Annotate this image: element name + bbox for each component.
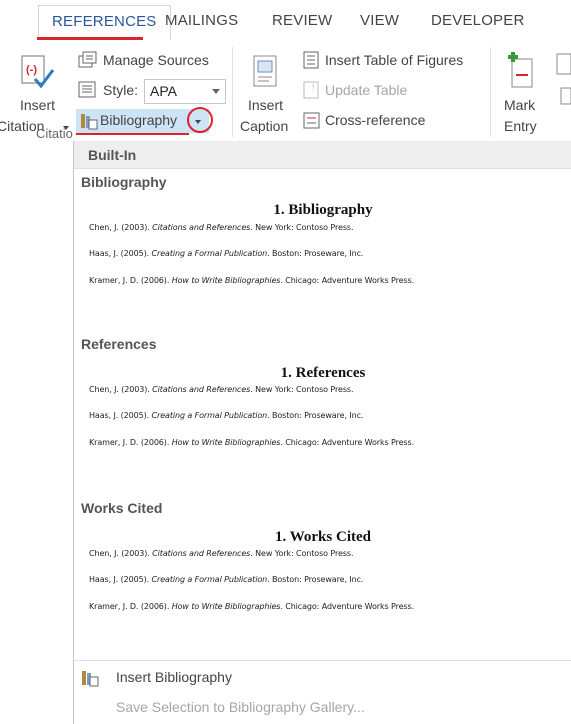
style-dropdown[interactable]: APA bbox=[144, 79, 226, 104]
manage-sources-icon bbox=[78, 51, 98, 74]
preview-entry: Kramer, J. D. (2006). How to Write Bibli… bbox=[89, 438, 415, 447]
annotation-circle-dropdown-arrow bbox=[187, 107, 213, 133]
mark-entry-label-1: Mark bbox=[504, 97, 536, 113]
manage-sources-label: Manage Sources bbox=[103, 52, 209, 68]
insert-citation-button[interactable]: (-) Insert Citation bbox=[0, 45, 72, 135]
preview-heading: 1. References bbox=[280, 365, 366, 381]
style-dropdown-value: APA bbox=[150, 83, 177, 99]
insert-caption-icon bbox=[253, 55, 279, 94]
bibliography-icon bbox=[79, 112, 99, 135]
group-caption-citations: Citatio bbox=[36, 126, 73, 141]
update-table-button[interactable]: ! Update Table bbox=[300, 79, 430, 103]
menu-separator bbox=[74, 660, 571, 661]
save-selection-menu-item[interactable]: Save Selection to Bibliography Gallery..… bbox=[74, 697, 571, 723]
preview-heading: 1. Bibliography bbox=[273, 202, 373, 218]
bibliography-icon bbox=[80, 669, 100, 692]
gallery-item-title: Bibliography bbox=[81, 174, 167, 190]
insert-caption-label-1: Insert bbox=[248, 97, 284, 113]
insert-bibliography-label: Insert Bibliography bbox=[116, 669, 232, 685]
ribbon-tab-bar: REFERENCES MAILINGS REVIEW VIEW DEVELOPE… bbox=[0, 0, 571, 42]
tab-mailings[interactable]: MAILINGS bbox=[165, 12, 238, 29]
gallery-item-bibliography[interactable]: Bibliography 1. Bibliography Chen, J. (2… bbox=[74, 169, 571, 319]
cross-reference-button[interactable]: Cross-reference bbox=[300, 109, 440, 133]
svg-text:(-): (-) bbox=[26, 64, 37, 76]
gallery-item-title: Works Cited bbox=[81, 500, 163, 516]
save-selection-label: Save Selection to Bibliography Gallery..… bbox=[116, 699, 365, 715]
mark-entry-label-2: Entry bbox=[504, 118, 537, 134]
preview-entry: Haas, J. (2005). Creating a Formal Publi… bbox=[89, 575, 364, 584]
cross-reference-icon bbox=[303, 112, 321, 135]
partial-document-icon bbox=[556, 53, 571, 80]
style-icon bbox=[78, 81, 98, 104]
insert-caption-button[interactable]: Insert Caption bbox=[238, 45, 298, 135]
insert-bibliography-menu-item[interactable]: Insert Bibliography bbox=[74, 665, 571, 691]
tab-references[interactable]: REFERENCES bbox=[38, 5, 171, 40]
manage-sources-button[interactable]: Manage Sources bbox=[76, 49, 221, 73]
style-label: Style: bbox=[103, 82, 139, 98]
insert-table-of-figures-button[interactable]: Insert Table of Figures bbox=[300, 49, 485, 73]
insert-citation-label-1: Insert bbox=[20, 97, 56, 113]
partial-document-icon bbox=[560, 87, 571, 110]
document-area bbox=[0, 141, 73, 724]
svg-text:!: ! bbox=[312, 82, 315, 92]
preview-entry: Kramer, J. D. (2006). How to Write Bibli… bbox=[89, 276, 415, 285]
preview-entry: Haas, J. (2005). Creating a Formal Publi… bbox=[89, 249, 364, 258]
bibliography-label: Bibliography bbox=[100, 112, 178, 128]
preview-entry: Chen, J. (2003). Citations and Reference… bbox=[89, 385, 354, 394]
tab-view[interactable]: VIEW bbox=[360, 12, 399, 29]
preview-entry: Chen, J. (2003). Citations and Reference… bbox=[89, 223, 354, 232]
preview-entry: Kramer, J. D. (2006). How to Write Bibli… bbox=[89, 602, 415, 611]
insert-caption-label-2: Caption bbox=[240, 118, 289, 134]
annotation-underline-references bbox=[37, 37, 143, 40]
table-of-figures-icon bbox=[303, 51, 321, 74]
ribbon-separator bbox=[490, 47, 491, 137]
gallery-item-title: References bbox=[81, 336, 157, 352]
tab-review[interactable]: REVIEW bbox=[272, 12, 332, 29]
cross-reference-label: Cross-reference bbox=[325, 112, 426, 128]
ribbon-separator bbox=[232, 47, 233, 137]
annotation-underline-bibliography bbox=[76, 133, 189, 135]
update-table-icon: ! bbox=[303, 81, 321, 104]
preview-entry: Chen, J. (2003). Citations and Reference… bbox=[89, 549, 354, 558]
mark-entry-icon bbox=[506, 51, 536, 96]
ribbon-body: (-) Insert Citation Manage Sources Style… bbox=[0, 41, 571, 141]
gallery-item-references[interactable]: References 1. References Chen, J. (2003)… bbox=[74, 331, 571, 481]
preview-heading: 1. Works Cited bbox=[275, 529, 371, 545]
gallery-category-label: Built-In bbox=[88, 147, 137, 163]
preview-entry: Haas, J. (2005). Creating a Formal Publi… bbox=[89, 411, 364, 420]
gallery-item-works-cited[interactable]: Works Cited 1. Works Cited Chen, J. (200… bbox=[74, 495, 571, 645]
tab-developer[interactable]: DEVELOPER bbox=[431, 12, 525, 29]
insert-table-of-figures-label: Insert Table of Figures bbox=[325, 52, 464, 68]
update-table-label: Update Table bbox=[325, 82, 408, 98]
gallery-category-header: Built-In bbox=[74, 141, 571, 169]
insert-citation-icon: (-) bbox=[21, 55, 55, 96]
chevron-down-icon bbox=[212, 89, 220, 94]
mark-entry-button[interactable]: Mark Entry bbox=[496, 45, 552, 135]
bibliography-gallery: Built-In Bibliography 1. Bibliography Ch… bbox=[73, 141, 571, 724]
